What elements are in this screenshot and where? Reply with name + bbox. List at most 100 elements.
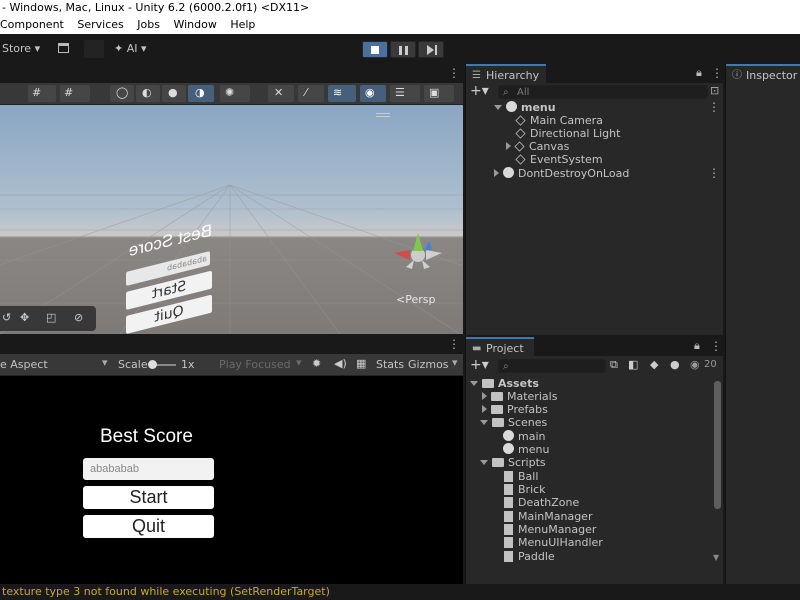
keyboard-icon[interactable]: ▦ [356, 357, 366, 370]
project-item-assets[interactable]: Assets [466, 377, 539, 390]
hierarchy-tab-label: Hierarchy [486, 69, 540, 82]
camera-icon: ▣ [429, 86, 440, 99]
project-search-input[interactable]: ⌕ [498, 359, 606, 373]
scale-slider-thumb[interactable] [148, 360, 157, 369]
hierarchy-panel: ☰ Hierarchy 🔒︎ ⋮ +▾ ⌕ All ⊡ menu ⋮ Main … [465, 64, 723, 335]
transform-tool-icon[interactable]: ⊘ [74, 311, 83, 324]
tab-hierarchy[interactable]: ☰ Hierarchy [466, 64, 546, 83]
audio-toggle-button[interactable]: ✕ [268, 85, 294, 102]
shaded-wireframe-button[interactable]: ◐ [136, 85, 160, 102]
project-item-scripts[interactable]: Scripts [466, 456, 546, 469]
csharp-script-icon [504, 471, 513, 482]
hierarchy-item-canvas[interactable]: Canvas [466, 140, 569, 153]
quit-button[interactable]: Quit [83, 515, 214, 538]
grid-options-button[interactable]: # [60, 85, 90, 102]
rotate-tool-icon[interactable]: ↺ [2, 311, 11, 324]
project-item-scenes[interactable]: Scenes [466, 416, 547, 429]
camera-button[interactable]: ▣ [424, 85, 454, 102]
menu-help[interactable]: Help [230, 16, 255, 34]
package-icon[interactable] [58, 43, 69, 53]
filter-type-icon[interactable]: ◧ [628, 358, 638, 371]
unlit-button[interactable]: ◑ [188, 85, 214, 102]
audio-icon[interactable]: ◀) [334, 357, 347, 370]
hierarchy-item-main-camera[interactable]: Main Camera [466, 114, 603, 127]
lighting-button[interactable]: ✺ [220, 85, 250, 102]
gizmos-chevron-icon[interactable]: ▾ [452, 356, 458, 369]
hidden-packages-icon[interactable]: ◉ [690, 358, 700, 371]
project-item-script-mainmanager[interactable]: MainManager [466, 510, 592, 523]
project-item-prefabs[interactable]: Prefabs [466, 403, 548, 416]
play-focused-dropdown[interactable]: Play Focused [219, 358, 291, 371]
project-item-script-deathzone[interactable]: DeathZone [466, 496, 579, 509]
project-options-icon[interactable]: ⋮ [710, 339, 722, 353]
best-score-title: Best Score [100, 426, 193, 447]
grid-snap-button[interactable]: # [28, 85, 56, 102]
folder-open-icon [492, 418, 504, 427]
menu-services[interactable]: Services [77, 16, 123, 34]
project-scrollbar[interactable] [714, 381, 721, 509]
visibility-toggle-button[interactable]: ◉ [360, 85, 386, 102]
asset-store-button[interactable]: Store ▾ [2, 34, 40, 64]
lock-icon[interactable]: 🔒︎ [696, 66, 702, 80]
menu-component[interactable]: Component [0, 16, 64, 34]
game-options-icon[interactable]: ⋮ [448, 337, 460, 351]
scroll-down-icon[interactable]: ▼ [713, 553, 719, 562]
tab-inspector[interactable]: ⓘ Inspector [726, 64, 800, 83]
status-message: texture type 3 not found while executing… [2, 585, 330, 598]
step-button[interactable] [418, 41, 444, 58]
stop-icon [371, 46, 379, 54]
aspect-dropdown[interactable]: e Aspect [0, 358, 48, 371]
project-item-scene-menu[interactable]: menu [466, 443, 549, 456]
account-button[interactable] [84, 40, 104, 58]
search-options-icon[interactable]: ⊡ [710, 84, 719, 97]
menu-lines-icon[interactable] [376, 113, 390, 114]
project-item-script-menumanager[interactable]: MenuManager [466, 523, 596, 536]
stats-button[interactable]: Stats [376, 358, 404, 371]
gameobject-icon [515, 154, 526, 165]
hierarchy-options-icon[interactable]: ⋮ [711, 66, 723, 80]
hierarchy-item-dont-destroy-on-load[interactable]: DontDestroyOnLoad ⋮ [466, 167, 724, 180]
bug-icon[interactable]: ✹ [312, 357, 321, 370]
start-button[interactable]: Start [83, 486, 214, 509]
project-item-script-paddle[interactable]: Paddle [466, 550, 555, 563]
warning-icon[interactable]: ● [670, 358, 680, 371]
scene-options-icon[interactable]: ⋮ [448, 66, 460, 80]
shaded-button[interactable]: ● [162, 85, 186, 102]
project-item-script-menuuihandler[interactable]: MenuUIHandler [466, 536, 603, 549]
menu-window[interactable]: Window [173, 16, 216, 34]
stop-button[interactable] [362, 41, 388, 58]
rect-tool-icon[interactable]: ◰ [46, 311, 56, 324]
wireframe-button[interactable]: ◯ [110, 85, 134, 102]
wireframe-icon: ◯ [116, 86, 129, 99]
add-object-button[interactable]: +▾ [470, 83, 489, 99]
persp-label[interactable]: <Persp [396, 293, 435, 306]
ai-button[interactable]: ✦ AI ▾ [114, 34, 147, 64]
search-by-type-icon[interactable]: ⧉ [610, 358, 618, 372]
name-input[interactable]: abababab [83, 458, 214, 480]
create-asset-button[interactable]: +▾ [470, 357, 489, 373]
scene-options-icon[interactable]: ⋮ [708, 101, 720, 114]
scene-visibility-button[interactable]: ≋ [328, 85, 356, 102]
status-bar[interactable]: texture type 3 not found while executing… [0, 584, 800, 600]
hierarchy-search-input[interactable]: ⌕ All [498, 85, 708, 99]
hierarchy-item-menu-scene[interactable]: menu ⋮ [466, 101, 724, 114]
pause-button[interactable] [390, 41, 416, 58]
search-icon: ⌕ [503, 361, 509, 372]
ddol-options-icon[interactable]: ⋮ [708, 167, 720, 180]
hierarchy-item-event-system[interactable]: EventSystem [466, 153, 603, 166]
label-icon[interactable]: ◆ [650, 358, 658, 371]
fx-toggle-button[interactable]: ⁄ [298, 85, 324, 102]
scene-viewport[interactable]: Best Score abababab Start Quit <Persp ↺ … [0, 105, 463, 334]
project-item-script-brick[interactable]: Brick [466, 483, 546, 496]
hierarchy-item-directional-light[interactable]: Directional Light [466, 127, 620, 140]
menu-jobs[interactable]: Jobs [137, 16, 160, 34]
tab-project[interactable]: ▬ Project [466, 337, 534, 356]
lock-icon[interactable]: 🔒︎ [694, 339, 700, 353]
gizmos-button[interactable]: Gizmos [408, 358, 449, 371]
project-item-scene-main[interactable]: main [466, 430, 545, 443]
project-item-materials[interactable]: Materials [466, 390, 557, 403]
orientation-gizmo[interactable] [388, 225, 448, 285]
move-tool-icon[interactable]: ✥ [20, 311, 29, 324]
project-item-script-ball[interactable]: Ball [466, 470, 538, 483]
draw-mode-button[interactable]: ☰ [390, 85, 420, 102]
